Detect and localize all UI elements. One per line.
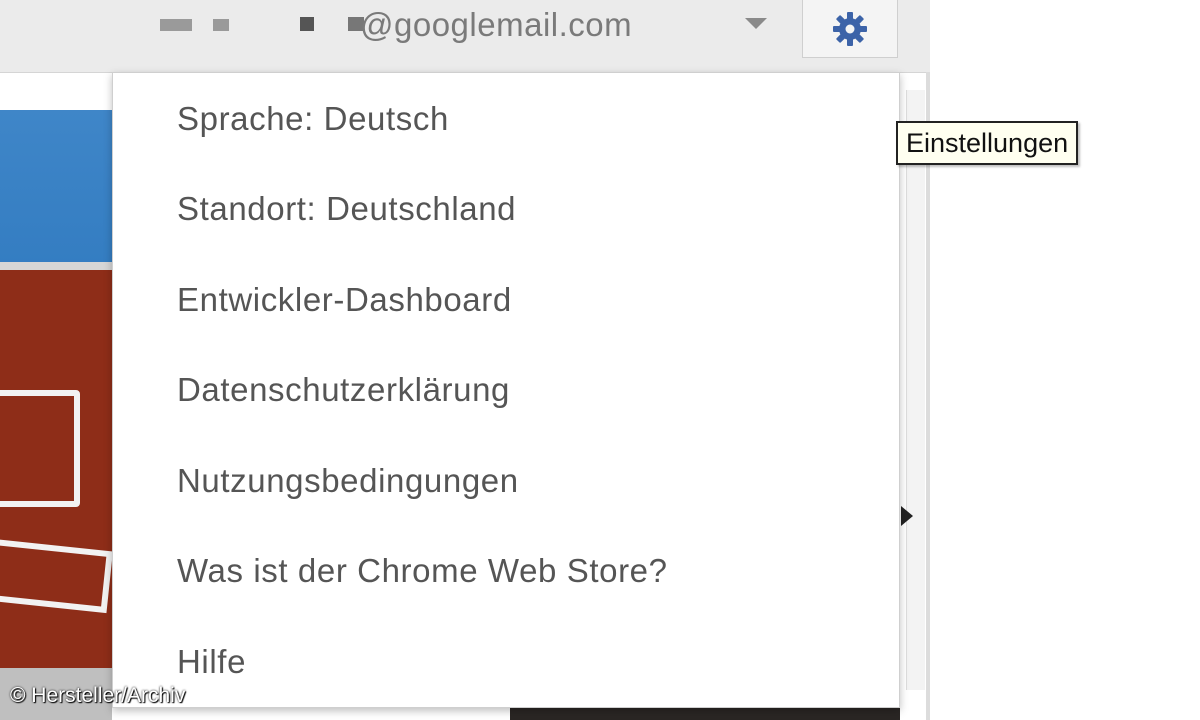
menu-item-developer-dashboard[interactable]: Entwickler-Dashboard	[177, 270, 512, 330]
redacted-username-3	[300, 17, 314, 31]
redacted-username-2	[213, 19, 229, 31]
settings-menu: Sprache: Deutsch Standort: Deutschland E…	[112, 72, 900, 708]
scrollbar[interactable]	[906, 90, 925, 690]
chevron-down-icon[interactable]	[745, 18, 767, 29]
top-header-bar: @googlemail.com	[0, 0, 930, 73]
background-artwork-frame	[0, 538, 113, 614]
settings-button[interactable]	[802, 0, 898, 58]
gear-icon	[833, 11, 867, 46]
menu-item-about-web-store[interactable]: Was ist der Chrome Web Store?	[177, 541, 668, 601]
menu-item-language[interactable]: Sprache: Deutsch	[177, 89, 449, 149]
menu-item-help[interactable]: Hilfe	[177, 632, 246, 692]
menu-item-terms-of-service[interactable]: Nutzungsbedingungen	[177, 451, 519, 511]
menu-item-privacy-policy[interactable]: Datenschutzerklärung	[177, 360, 510, 420]
carousel-next-arrow-icon[interactable]	[901, 506, 913, 526]
background-artwork-stripe	[0, 262, 112, 270]
menu-item-location[interactable]: Standort: Deutschland	[177, 179, 516, 239]
redacted-username-1	[160, 19, 192, 31]
page-background-right	[930, 0, 1200, 720]
settings-tooltip: Einstellungen	[896, 121, 1079, 165]
image-credit: © Hersteller/Archiv	[10, 684, 186, 707]
background-artwork-frame	[0, 390, 80, 507]
account-email[interactable]: @googlemail.com	[360, 6, 632, 44]
page-edge-divider	[926, 72, 930, 720]
